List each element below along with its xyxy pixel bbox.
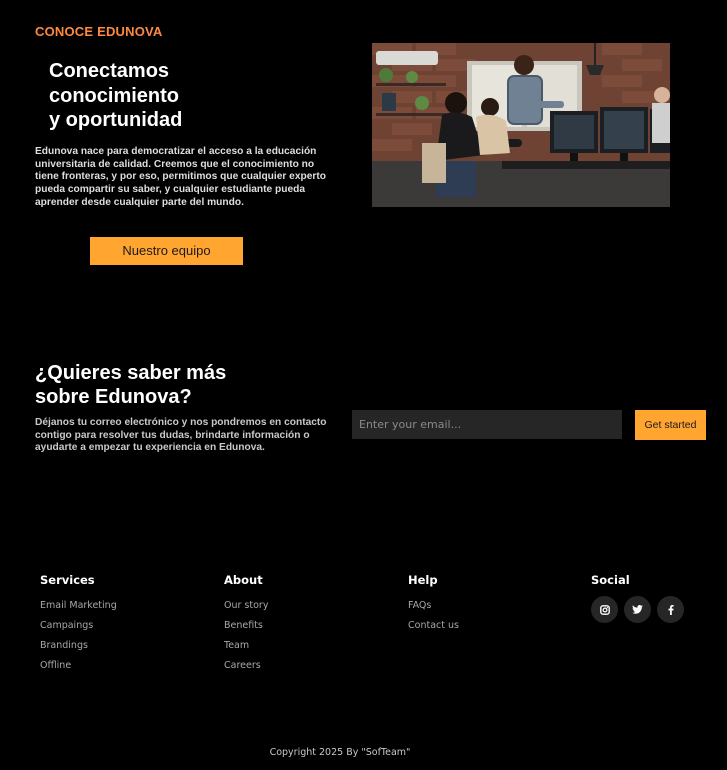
facebook-icon — [668, 604, 674, 615]
footer-column-about: About Our story Benefits Team Careers — [224, 573, 268, 676]
hero-title-line: conocimiento — [49, 84, 180, 107]
newsletter-description: Déjanos tu correo electrónico y nos pond… — [35, 417, 327, 454]
team-working-photo — [372, 43, 670, 207]
footer-column-help: Help FAQs Contact us — [408, 573, 459, 636]
newsletter-title: ¿Quieres saber más sobre Edunova? — [35, 361, 265, 409]
twitter-icon — [632, 605, 643, 614]
footer-link-contact-us[interactable]: Contact us — [408, 620, 459, 631]
our-team-button[interactable]: Nuestro equipo — [90, 237, 243, 265]
footer-link-email-marketing[interactable]: Email Marketing — [40, 600, 117, 611]
footer-link-campaings[interactable]: Campaings — [40, 620, 93, 631]
footer-heading: About — [224, 573, 263, 587]
footer-column-services: Services Email Marketing Campaings Brand… — [40, 573, 117, 676]
footer-heading: Social — [591, 573, 630, 587]
hero-title-line: Conectamos — [49, 60, 170, 82]
facebook-button[interactable] — [657, 596, 684, 623]
section-eyebrow: CONOCE EDUNOVA — [35, 24, 163, 39]
footer-link-team[interactable]: Team — [224, 640, 249, 651]
hero-description: Edunova nace para democratizar el acceso… — [35, 146, 326, 208]
instagram-button[interactable] — [591, 596, 618, 623]
newsletter-title-line: ¿Quieres saber más — [35, 362, 227, 384]
get-started-button[interactable]: Get started — [635, 410, 706, 440]
social-links — [591, 596, 684, 623]
hero-title-line: y oportunidad — [49, 109, 183, 131]
footer-link-brandings[interactable]: Brandings — [40, 640, 88, 651]
copyright-text: Copyright 2025 By "SofTeam" — [269, 747, 411, 758]
twitter-button[interactable] — [624, 596, 651, 623]
footer-link-offline[interactable]: Offline — [40, 660, 71, 671]
footer-heading: Services — [40, 573, 95, 587]
footer-heading: Help — [408, 573, 438, 587]
email-input[interactable] — [352, 410, 622, 439]
footer-link-faqs[interactable]: FAQs — [408, 600, 431, 611]
footer-link-our-story[interactable]: Our story — [224, 600, 268, 611]
footer-column-social: Social — [591, 573, 684, 623]
footer-link-careers[interactable]: Careers — [224, 660, 261, 671]
newsletter-title-line: sobre Edunova? — [35, 386, 192, 408]
hero-title: Conectamos conocimiento y oportunidad — [49, 59, 249, 133]
footer-link-benefits[interactable]: Benefits — [224, 620, 263, 631]
instagram-icon — [599, 604, 610, 615]
